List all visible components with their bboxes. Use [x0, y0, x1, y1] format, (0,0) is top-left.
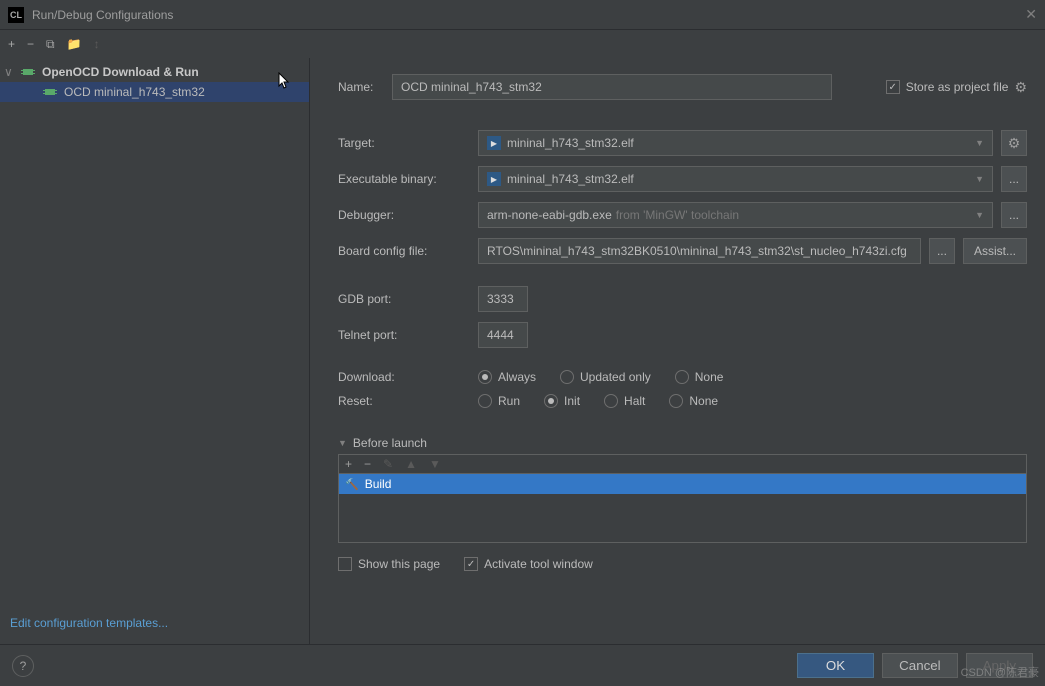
config-tree: ∨ OpenOCD Download & Run OCD mininal_h74…: [0, 58, 309, 606]
up-icon: ▲: [405, 457, 417, 471]
gdb-port-input[interactable]: [478, 286, 528, 312]
close-icon[interactable]: ✕: [1025, 6, 1037, 23]
gear-icon: ⚙: [1008, 135, 1021, 152]
cancel-button[interactable]: Cancel: [882, 653, 958, 678]
download-none-radio[interactable]: None: [675, 370, 724, 384]
config-group-label: OpenOCD Download & Run: [42, 65, 199, 79]
target-label: Target:: [338, 136, 478, 150]
elf-icon: ▶: [487, 136, 501, 150]
activate-tool-label: Activate tool window: [484, 557, 593, 571]
store-label: Store as project file: [906, 80, 1009, 94]
download-updated-radio[interactable]: Updated only: [560, 370, 651, 384]
sort-icon[interactable]: ↕: [94, 37, 100, 51]
reset-run-radio[interactable]: Run: [478, 394, 520, 408]
copy-icon[interactable]: ⧉: [46, 37, 55, 52]
ok-button[interactable]: OK: [797, 653, 874, 678]
download-always-radio[interactable]: Always: [478, 370, 536, 384]
name-label: Name:: [338, 80, 392, 94]
dialog-footer: ? OK Cancel Apply: [0, 644, 1045, 686]
target-settings-button[interactable]: ⚙: [1001, 130, 1027, 156]
store-checkbox[interactable]: [886, 80, 900, 94]
show-page-checkbox[interactable]: [338, 557, 352, 571]
main-content: ∨ OpenOCD Download & Run OCD mininal_h74…: [0, 58, 1045, 644]
exec-value: mininal_h743_stm32.elf: [507, 172, 634, 186]
add-icon[interactable]: +: [8, 37, 15, 51]
exec-browse-button[interactable]: ...: [1001, 166, 1027, 192]
chevron-down-icon: ▼: [975, 210, 984, 220]
build-task-item[interactable]: 🔨 Build: [339, 474, 1026, 494]
chevron-down-icon: ▼: [975, 138, 984, 148]
target-value: mininal_h743_stm32.elf: [507, 136, 634, 150]
gear-icon[interactable]: ⚙: [1014, 79, 1027, 96]
window-title: Run/Debug Configurations: [32, 8, 1025, 22]
hammer-icon: 🔨: [345, 478, 359, 491]
exec-combo[interactable]: ▶ mininal_h743_stm32.elf ▼: [478, 166, 993, 192]
remove-icon[interactable]: −: [27, 37, 34, 51]
reset-label: Reset:: [338, 394, 478, 408]
name-input[interactable]: [392, 74, 832, 100]
config-item-label: OCD mininal_h743_stm32: [64, 85, 205, 99]
titlebar: CL Run/Debug Configurations ✕: [0, 0, 1045, 30]
remove-icon[interactable]: −: [364, 457, 371, 471]
elf-icon: ▶: [487, 172, 501, 186]
before-launch-toolbar: + − ✎ ▲ ▼: [338, 454, 1027, 473]
before-launch-list[interactable]: 🔨 Build: [338, 473, 1027, 543]
activate-tool-checkbox[interactable]: [464, 557, 478, 571]
config-group[interactable]: ∨ OpenOCD Download & Run: [0, 62, 309, 82]
telnet-port-label: Telnet port:: [338, 328, 478, 342]
board-label: Board config file:: [338, 244, 478, 258]
collapse-icon: ▼: [338, 438, 347, 448]
expand-icon[interactable]: ∨: [4, 65, 16, 79]
reset-none-radio[interactable]: None: [669, 394, 718, 408]
help-button[interactable]: ?: [12, 655, 34, 677]
debugger-value: arm-none-eabi-gdb.exe: [487, 208, 612, 222]
sidebar: ∨ OpenOCD Download & Run OCD mininal_h74…: [0, 58, 310, 644]
show-page-label: Show this page: [358, 557, 440, 571]
debugger-combo[interactable]: arm-none-eabi-gdb.exe from 'MinGW' toolc…: [478, 202, 993, 228]
debugger-browse-button[interactable]: ...: [1001, 202, 1027, 228]
download-label: Download:: [338, 370, 478, 384]
config-item[interactable]: OCD mininal_h743_stm32: [0, 82, 309, 102]
config-form: Name: Store as project file ⚙ Target: ▶ …: [310, 58, 1045, 644]
debugger-sub: from 'MinGW' toolchain: [616, 208, 739, 222]
watermark: CSDN @陈君豪: [961, 664, 1039, 680]
add-icon[interactable]: +: [345, 457, 352, 471]
debugger-label: Debugger:: [338, 208, 478, 222]
gdb-port-label: GDB port:: [338, 292, 478, 306]
board-browse-button[interactable]: ...: [929, 238, 955, 264]
openocd-icon: [42, 85, 58, 99]
assist-button[interactable]: Assist...: [963, 238, 1027, 264]
folder-icon[interactable]: 📁: [67, 37, 82, 51]
board-input[interactable]: [478, 238, 921, 264]
telnet-port-input[interactable]: [478, 322, 528, 348]
exec-label: Executable binary:: [338, 172, 478, 186]
edit-icon: ✎: [383, 457, 393, 471]
before-launch-header[interactable]: ▼ Before launch: [338, 436, 1027, 450]
app-icon: CL: [8, 7, 24, 23]
reset-init-radio[interactable]: Init: [544, 394, 580, 408]
reset-halt-radio[interactable]: Halt: [604, 394, 645, 408]
chevron-down-icon: ▼: [975, 174, 984, 184]
openocd-icon: [20, 65, 36, 79]
target-combo[interactable]: ▶ mininal_h743_stm32.elf ▼: [478, 130, 993, 156]
down-icon: ▼: [429, 457, 441, 471]
config-toolbar: + − ⧉ 📁 ↕: [0, 30, 1045, 58]
edit-templates-link[interactable]: Edit configuration templates...: [0, 606, 309, 644]
